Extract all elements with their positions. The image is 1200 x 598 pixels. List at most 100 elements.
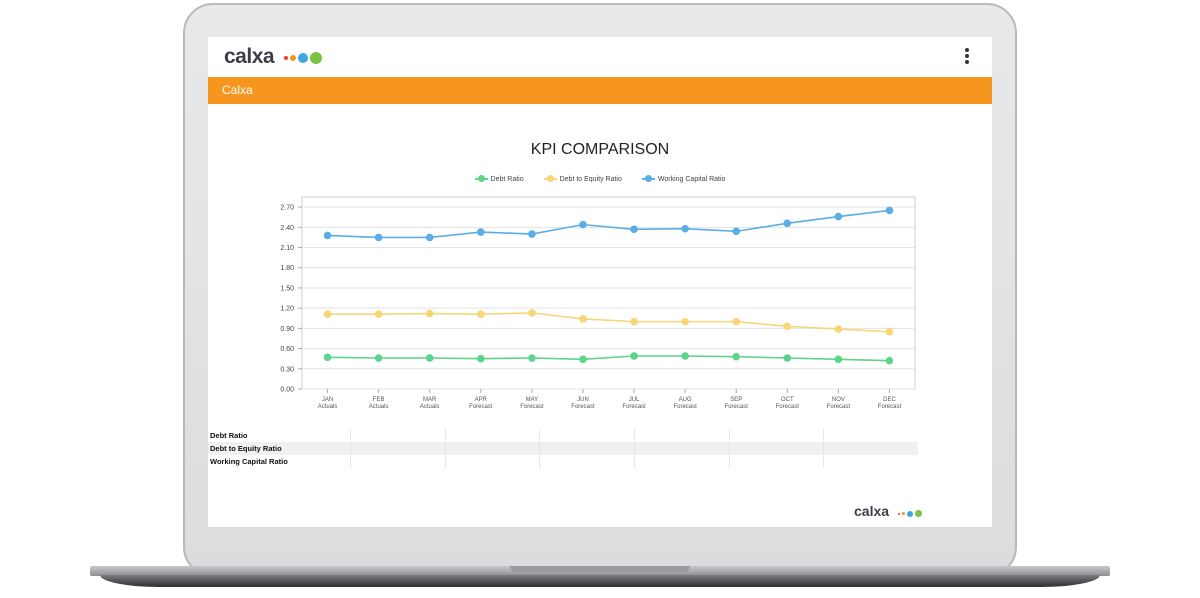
x-tick-label: SEP bbox=[730, 397, 742, 403]
table-cell bbox=[728, 442, 824, 455]
table-cell bbox=[823, 455, 918, 468]
x-tick-label: JUL bbox=[629, 397, 640, 403]
x-tick-sublabel: Forecast bbox=[673, 404, 697, 410]
data-point bbox=[630, 352, 638, 360]
y-tick-label: 0.90 bbox=[280, 326, 294, 333]
chart-legend: Debt Ratio Debt to Equity Ratio Working Ca… bbox=[208, 175, 992, 183]
logo-dot bbox=[897, 512, 900, 515]
data-point bbox=[630, 317, 638, 326]
data-point bbox=[630, 225, 638, 234]
series-line bbox=[327, 209, 890, 239]
row-cells bbox=[350, 429, 918, 442]
laptop-notch bbox=[510, 566, 690, 572]
table-cell bbox=[823, 429, 918, 442]
top-bar: calxa bbox=[208, 37, 992, 77]
row-cells bbox=[350, 455, 918, 468]
y-tick-label: 2.40 bbox=[280, 225, 294, 232]
y-tick-label: 1.50 bbox=[280, 285, 294, 292]
data-point bbox=[885, 356, 894, 365]
data-point bbox=[476, 228, 485, 236]
x-tick-label: MAY bbox=[526, 397, 539, 403]
x-tick-sublabel: Forecast bbox=[776, 404, 800, 410]
table-cell bbox=[350, 442, 445, 455]
data-point bbox=[323, 310, 332, 319]
legend-item[interactable]: Working Capital Ratio bbox=[641, 175, 725, 183]
data-point bbox=[528, 230, 536, 238]
x-tick-sublabel: Forecast bbox=[571, 404, 595, 410]
data-point bbox=[579, 355, 587, 364]
row-label: Debt to Equity Ratio bbox=[210, 444, 282, 453]
legend-label: Debt to Equity Ratio bbox=[559, 176, 622, 183]
data-point bbox=[425, 309, 434, 318]
kpi-table: Debt Ratio Debt to Equity Ratio Working Ca… bbox=[208, 429, 918, 468]
x-tick-sublabel: Actuals bbox=[420, 404, 440, 410]
x-tick-sublabel: Actuals bbox=[318, 404, 338, 410]
table-cell bbox=[634, 429, 729, 442]
data-point bbox=[374, 354, 383, 362]
table-cell bbox=[444, 442, 540, 455]
data-point bbox=[834, 355, 843, 364]
table-cell bbox=[539, 455, 634, 468]
data-point bbox=[783, 322, 792, 331]
data-point bbox=[732, 352, 741, 361]
data-point bbox=[579, 220, 587, 229]
row-label: Debt Ratio bbox=[210, 431, 248, 440]
data-point bbox=[834, 325, 843, 333]
kebab-menu-icon[interactable] bbox=[962, 47, 972, 65]
kpi-line-chart: 0.00 0.30 0.60 0.90 1.20 1.50 1.80 2.10 2.40 2.70… bbox=[260, 189, 940, 419]
logo-dot bbox=[290, 54, 297, 61]
footer-logo: calxa bbox=[854, 503, 922, 520]
data-point bbox=[374, 233, 383, 242]
data-point bbox=[528, 354, 536, 362]
x-tick-sublabel: Forecast bbox=[469, 404, 493, 410]
logo-dot bbox=[906, 510, 913, 517]
footer-logo-text: calxa bbox=[854, 503, 890, 519]
data-point bbox=[783, 354, 792, 362]
x-tick-sublabel: Forecast bbox=[827, 404, 851, 410]
data-point bbox=[323, 353, 332, 362]
legend-label: Debt Ratio bbox=[490, 176, 524, 183]
legend-item[interactable]: Debt to Equity Ratio bbox=[543, 175, 622, 183]
data-point bbox=[528, 309, 536, 317]
section-title: Calxa bbox=[222, 83, 253, 97]
table-row: Debt to Equity Ratio bbox=[208, 442, 918, 455]
laptop-base-bottom bbox=[100, 575, 1100, 587]
table-cell bbox=[539, 429, 634, 442]
data-point bbox=[579, 315, 587, 323]
data-point bbox=[681, 224, 689, 233]
legend-item[interactable]: Debt Ratio bbox=[474, 175, 524, 183]
data-point bbox=[732, 227, 741, 236]
chart-svg: 0.00 0.30 0.60 0.90 1.20 1.50 1.80 2.10 2.40 2.70… bbox=[280, 196, 916, 410]
calxa-logo[interactable]: calxa bbox=[224, 45, 323, 69]
x-tick-label: NOV bbox=[832, 397, 845, 403]
data-point bbox=[885, 327, 894, 336]
data-point bbox=[476, 354, 485, 363]
screen: calxa Calxa KPI COMPARISON Debt Ratio Deb… bbox=[208, 37, 992, 527]
table-row: Debt Ratio bbox=[208, 429, 918, 442]
x-tick-label: APR bbox=[475, 397, 488, 403]
logo-text: calxa bbox=[224, 45, 275, 68]
x-tick-label: JAN bbox=[322, 397, 333, 403]
logo-dots bbox=[282, 45, 323, 69]
y-tick-label: 1.20 bbox=[280, 306, 294, 313]
y-tick-label: 0.00 bbox=[280, 387, 294, 394]
plot-area bbox=[301, 196, 916, 390]
x-tick-sublabel: Forecast bbox=[725, 404, 749, 410]
table-cell bbox=[728, 455, 824, 468]
table-cell bbox=[728, 429, 824, 442]
logo-dot bbox=[914, 510, 922, 518]
chart-title: KPI COMPARISON bbox=[530, 141, 670, 158]
table-cell bbox=[350, 455, 445, 468]
data-point bbox=[425, 354, 434, 362]
logo-dot bbox=[901, 512, 905, 516]
y-tick-label: 0.30 bbox=[280, 366, 294, 373]
table-cell bbox=[823, 442, 918, 455]
x-tick-label: AUG bbox=[679, 397, 692, 403]
table-row: Working Capital Ratio bbox=[208, 455, 918, 468]
data-point bbox=[885, 206, 894, 215]
table-cell bbox=[634, 455, 729, 468]
legend-marker bbox=[543, 175, 557, 183]
x-tick-sublabel: Actuals bbox=[369, 404, 389, 410]
row-cells bbox=[350, 442, 918, 455]
data-point bbox=[374, 310, 383, 319]
